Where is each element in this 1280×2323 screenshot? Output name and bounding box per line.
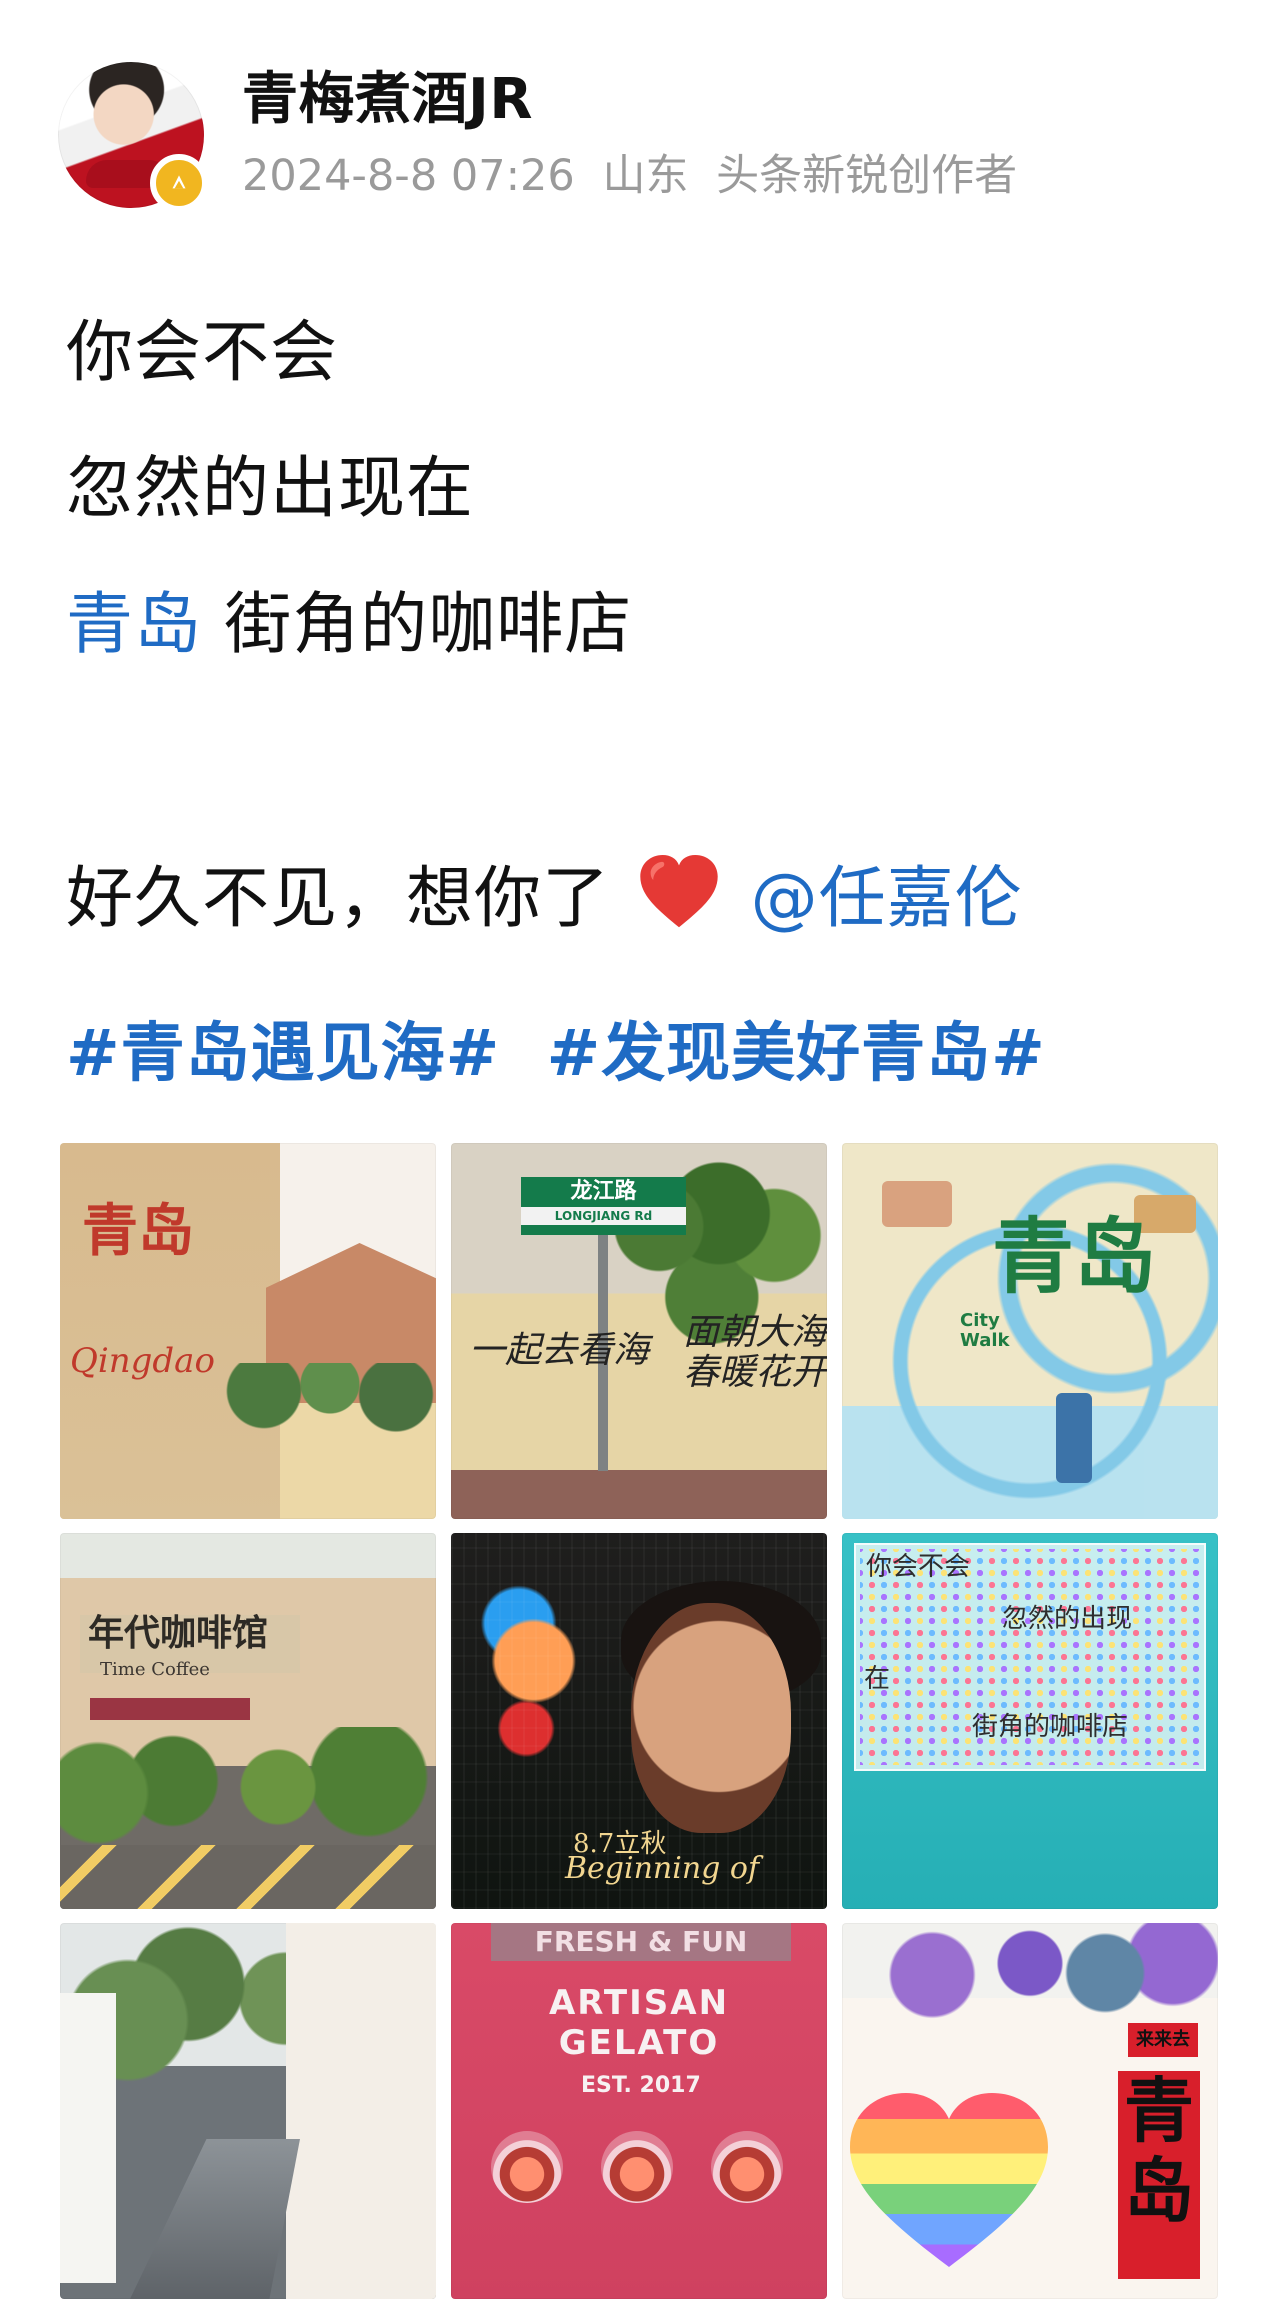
hedge-plants [220,1363,436,1433]
topic-link-qingdao[interactable]: 青岛 [66,585,202,663]
map-subtitle-line-1: City [960,1310,1000,1331]
photo-alley-street[interactable] [60,1923,436,2299]
mention-link[interactable]: @任嘉伦 [751,859,1023,937]
username[interactable]: 青梅煮酒JR [242,64,533,136]
post-screen: 青梅煮酒JR 2024-8-8 07:26 山东 头条新锐创作者 你会不会 忽然… [0,0,1280,2323]
post-line-3-rest: 街角的咖啡店 [224,585,633,663]
cafe-street [60,1845,436,1909]
post-header: 青梅煮酒JR 2024-8-8 07:26 山东 头条新锐创作者 [58,56,1218,216]
wall-caption-right: 面朝大海 春暖花开 [683,1313,827,1393]
wall-caption-right-line-2: 春暖花开 [682,1352,827,1393]
wall-caption-right-line-1: 面朝大海 [682,1312,827,1353]
photo-rainbow-heart[interactable]: 来来去 青 岛 [842,1923,1218,2299]
wisteria-flowers [842,1923,1218,2019]
gelato-top-sign: FRESH & FUN [491,1923,791,1961]
alley-right-building [286,1923,436,2299]
cafe-plants [60,1727,436,1847]
post-datetime: 2024-8-8 07:26 [242,151,575,201]
cafe-sign-en: Time Coffee [100,1659,210,1680]
photo-longjiang-road[interactable]: 龙江路 LONGJIANG Rd 一起去看海 面朝大海 春暖花开 [451,1143,827,1519]
gelato-bowl-3 [711,2131,783,2203]
map-landmark-building [882,1181,952,1227]
alley-left-building [60,1993,116,2283]
gelato-title: ARTISAN GELATO [548,1983,730,2063]
ball-wall-text-1: 你会不会 [866,1552,971,1582]
post-line-3: 青岛 街角的咖啡店 [66,576,632,672]
cafe-awning [90,1698,250,1720]
hashtag-qingdao-sea[interactable]: #青岛遇见海# [66,1017,500,1091]
post-meta: 2024-8-8 07:26 山东 头条新锐创作者 [242,148,1017,204]
photo-qingdao-map[interactable]: 青岛 City Walk [842,1143,1218,1519]
photo-time-coffee[interactable]: 年代咖啡馆 Time Coffee [60,1533,436,1909]
ball-wall-text-2: 忽然的出现 [1002,1604,1133,1634]
alley-path [130,2139,300,2299]
post-line-4-text: 好久不见，想你了 [66,859,610,937]
poster-script-text: Beginning of [565,1851,760,1886]
post-location: 山东 [602,151,689,201]
map-landmark-tower [1056,1393,1092,1483]
creator-tag: 头条新锐创作者 [716,151,1018,201]
street-sign-en: LONGJIANG Rd [521,1207,686,1225]
street-sign-cn: 龙江路 [570,1179,637,1204]
big-red-sign: 青 岛 [1118,2071,1200,2279]
ball-wall-text-4: 街角的咖啡店 [972,1712,1129,1742]
gelato-bowl-2 [601,2131,673,2203]
photo-poster-portrait[interactable]: 8.7立秋 Beginning of [451,1533,827,1909]
street-sign: 龙江路 LONGJIANG Rd [521,1177,686,1235]
big-red-sign-line-1: 青 [1124,2069,1194,2152]
bottom-spacer [0,2307,1280,2323]
portrait-face [631,1603,791,1833]
photo-grid: 青岛 Qingdao 龙江路 LONGJIANG Rd 一起去看海 面朝大海 春… [60,1143,1220,2307]
verified-badge-icon [150,154,208,212]
big-red-sign-line-2: 岛 [1124,2149,1194,2232]
photo-qingdao-sign[interactable]: 青岛 Qingdao [60,1143,436,1519]
gelato-est: EST. 2017 [581,2073,701,2098]
red-heart-icon [636,853,722,931]
ball-wall-text-3: 在 [864,1664,891,1694]
wall-caption-left: 一起去看海 [469,1330,650,1371]
rainbow-heart-art [844,2085,1054,2275]
map-title: 青岛 [992,1209,1157,1305]
post-line-1: 你会不会 [66,313,338,391]
qingdao-wall-text-cn: 青岛 [82,1198,194,1264]
qingdao-wall-text-en: Qingdao [70,1341,215,1381]
hashtag-discover-qingdao[interactable]: #发现美好青岛# [547,1017,1046,1091]
photo-artisan-gelato[interactable]: FRESH & FUN ARTISAN GELATO EST. 2017 [451,1923,827,2299]
small-red-sign: 来来去 [1128,2023,1198,2057]
gelato-bowl-1 [491,2131,563,2203]
post-line-2: 忽然的出现在 [66,449,474,527]
map-subtitle-line-2: Walk [960,1330,1010,1351]
map-subtitle: City Walk [960,1311,1010,1351]
hashtag-row: #青岛遇见海# #发现美好青岛# [66,1004,1046,1100]
post-line-4: 好久不见，想你了 @任嘉伦 [66,850,1023,946]
photo-ball-wall[interactable]: 你会不会 忽然的出现 在 街角的咖啡店 [842,1533,1218,1909]
